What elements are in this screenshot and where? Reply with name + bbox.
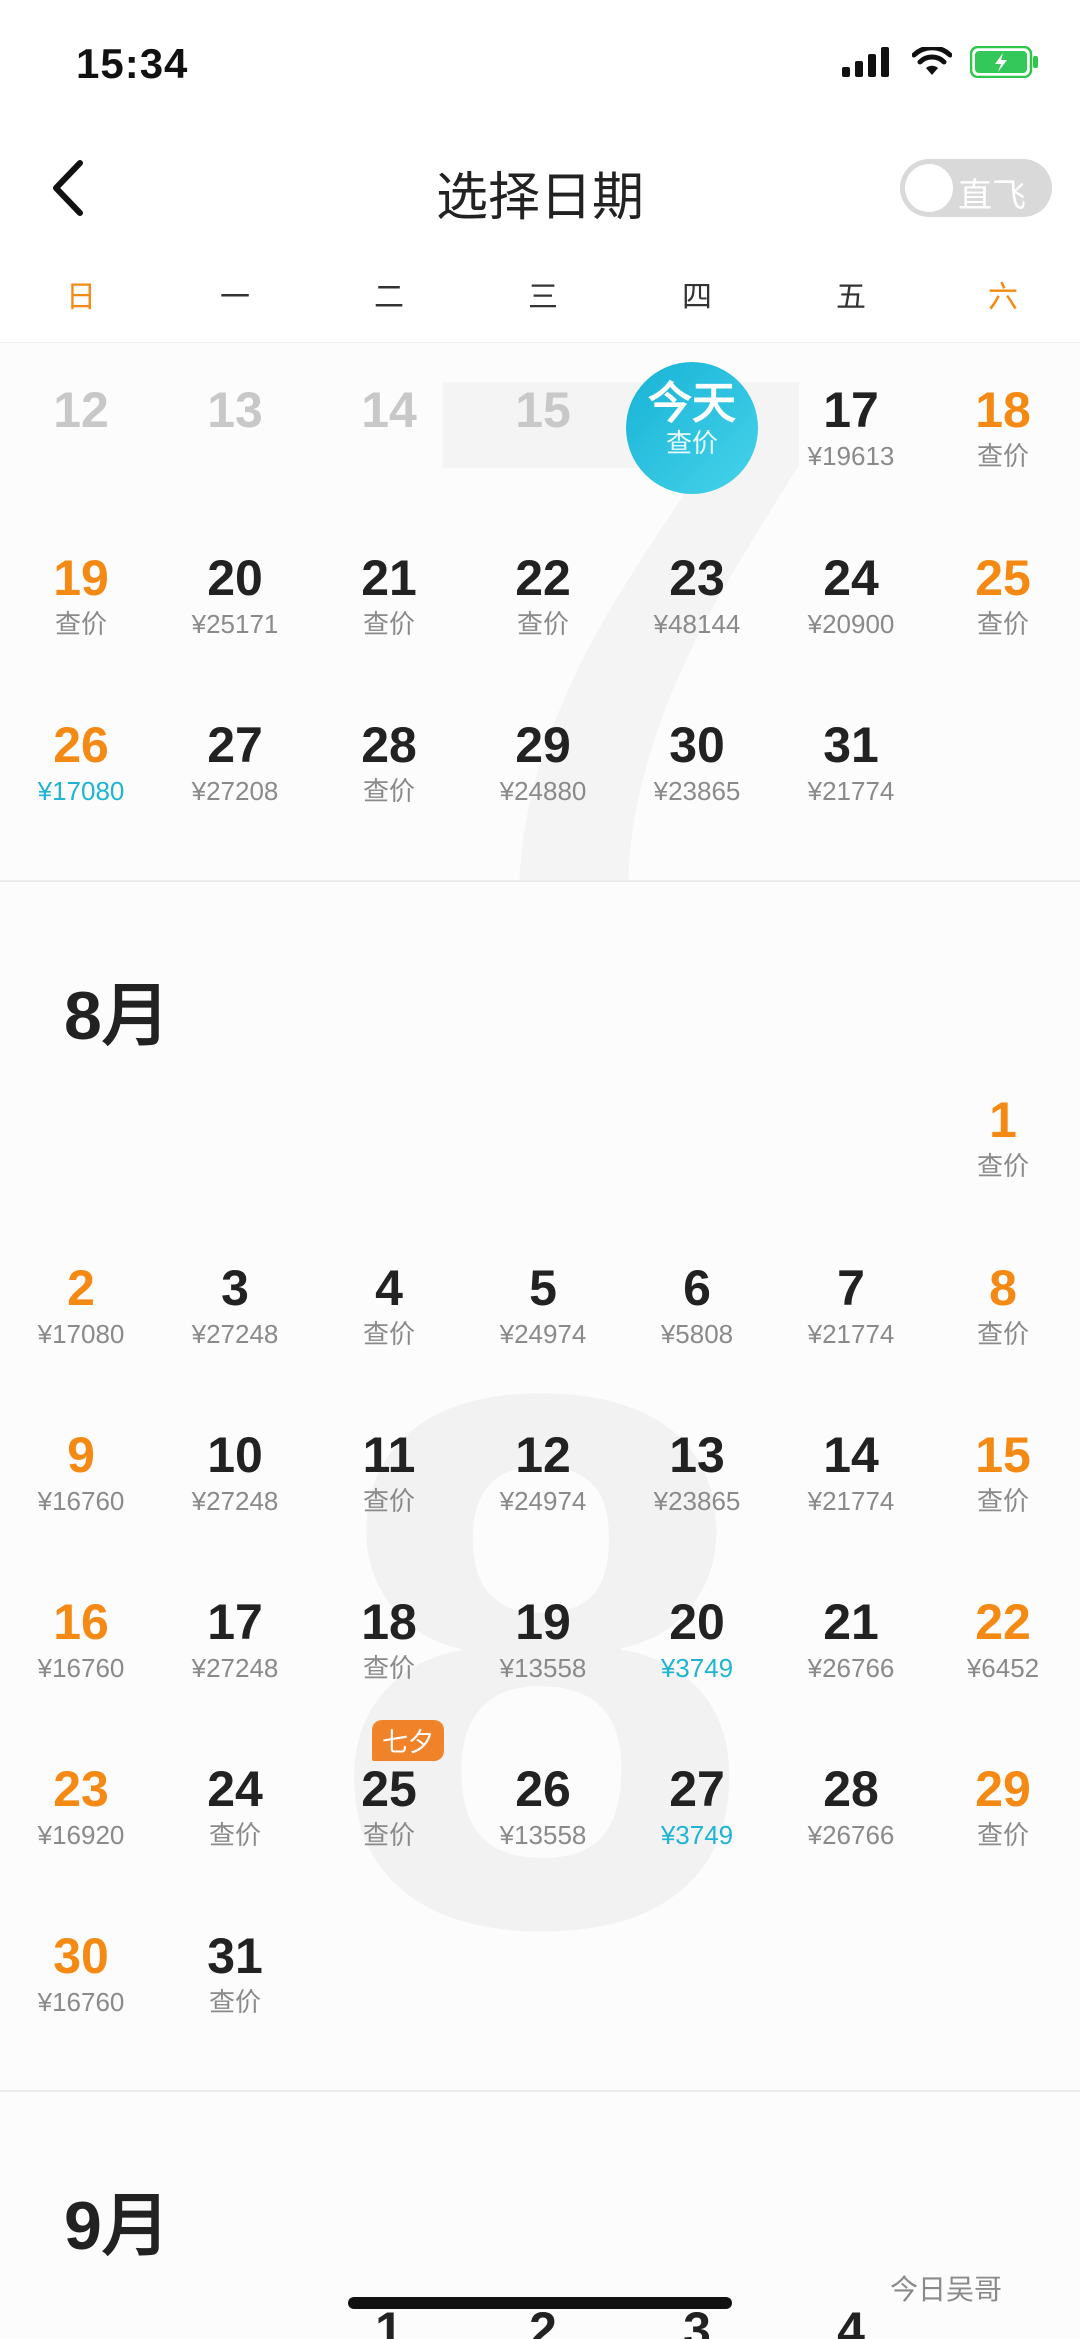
day-cell: 15 — [515, 382, 571, 438]
day-cell[interactable]: 29 查价 — [926, 1761, 1080, 1891]
day-cell[interactable]: 2 ¥17080 — [4, 1260, 158, 1390]
status-bar: 15:34 — [0, 0, 1080, 130]
weekday-mon: 一 — [220, 281, 250, 314]
day-cell[interactable]: 30 ¥16760 — [4, 1928, 158, 2058]
signal-icon — [842, 47, 889, 77]
day-cell[interactable]: 21 ¥26766 — [774, 1594, 928, 1724]
day-cell[interactable]: 4 查价 — [312, 1260, 466, 1390]
status-icons — [842, 46, 1040, 78]
day-cell[interactable]: 10 ¥27248 — [158, 1427, 312, 1557]
day-cell[interactable]: 24 查价 — [158, 1761, 312, 1891]
today-label: 今天 — [648, 379, 736, 428]
month-title-august: 8月 — [64, 978, 170, 1054]
day-cell[interactable]: 23 ¥48144 — [620, 550, 774, 680]
wifi-icon — [912, 47, 952, 75]
day-cell: 14 — [361, 382, 417, 438]
day-cell[interactable]: 22 ¥6452 — [926, 1594, 1080, 1724]
day-cell[interactable]: 25 查价 — [926, 550, 1080, 680]
today-cell[interactable]: 今天 查价 — [626, 362, 758, 494]
weekday-thu: 四 — [682, 281, 712, 314]
day-cell[interactable]: 16 ¥16760 — [4, 1594, 158, 1724]
day-cell[interactable]: 20 ¥3749 — [620, 1594, 774, 1724]
day-cell[interactable]: 9 ¥16760 — [4, 1427, 158, 1557]
weekday-sun: 日 — [66, 281, 96, 314]
holiday-badge: 七夕 — [372, 1720, 445, 1761]
day-cell[interactable]: 26 ¥17080 — [4, 717, 158, 847]
day-cell[interactable]: 12 ¥24974 — [466, 1427, 620, 1557]
toggle-label: 直飞 — [958, 177, 1026, 215]
day-cell[interactable]: 17 ¥19613 — [774, 382, 928, 512]
day-cell[interactable]: 11 查价 — [312, 1427, 466, 1557]
day-cell[interactable]: 24 ¥20900 — [774, 550, 928, 680]
status-time: 15:34 — [76, 40, 189, 87]
day-cell[interactable]: 19 ¥13558 — [466, 1594, 620, 1724]
home-indicator[interactable] — [348, 2297, 732, 2309]
day-cell[interactable]: 31 ¥21774 — [774, 717, 928, 847]
day-cell[interactable]: 1 查价 — [926, 1092, 1080, 1222]
watermark-footer: 今日吴哥 — [890, 2274, 1003, 2305]
month-title-september: 9月 — [64, 2188, 170, 2264]
day-cell[interactable]: 21 查价 — [312, 550, 466, 680]
day-cell[interactable]: 29 ¥24880 — [466, 717, 620, 847]
day-cell[interactable]: 19 查价 — [4, 550, 158, 680]
day-cell[interactable]: 28 查价 — [312, 717, 466, 847]
day-cell[interactable]: 18 查价 — [312, 1594, 466, 1724]
day-cell[interactable]: 25 查价 — [312, 1761, 466, 1891]
today-price: 查价 — [665, 428, 718, 458]
day-cell[interactable]: 31 查价 — [158, 1928, 312, 2058]
day-cell[interactable]: 3 ¥27248 — [158, 1260, 312, 1390]
weekday-fri: 五 — [836, 281, 866, 314]
day-cell[interactable]: 27 ¥27208 — [158, 717, 312, 847]
day-cell[interactable]: 7 ¥21774 — [774, 1260, 928, 1390]
direct-flight-toggle[interactable]: 直飞 — [900, 159, 1052, 217]
weekday-wed: 三 — [528, 281, 558, 314]
battery-icon — [970, 46, 1038, 78]
day-cell[interactable]: 17 ¥27248 — [158, 1594, 312, 1724]
day-cell[interactable]: 30 ¥23865 — [620, 717, 774, 847]
day-cell[interactable]: 15 查价 — [926, 1427, 1080, 1557]
day-cell[interactable]: 6 ¥5808 — [620, 1260, 774, 1390]
day-cell[interactable]: 5 ¥24974 — [466, 1260, 620, 1390]
day-cell[interactable]: 8 查价 — [926, 1260, 1080, 1390]
weekday-tue: 二 — [374, 281, 404, 314]
day-cell[interactable]: 27 ¥3749 — [620, 1761, 774, 1891]
day-cell: 12 — [53, 382, 109, 438]
day-cell[interactable]: 18 查价 — [926, 382, 1080, 512]
weekday-header: 日 一 二 三 四 五 六 — [0, 272, 1080, 343]
nav-bar: 选择日期 直飞 — [0, 135, 1080, 245]
day-cell[interactable]: 28 ¥26766 — [774, 1761, 928, 1891]
day-cell[interactable]: 13 ¥23865 — [620, 1427, 774, 1557]
day-cell: 13 — [207, 382, 263, 438]
day-cell[interactable]: 23 ¥16920 — [4, 1761, 158, 1891]
day-cell[interactable]: 14 ¥21774 — [774, 1427, 928, 1557]
day-cell[interactable]: 22 查价 — [466, 550, 620, 680]
toggle-knob — [905, 164, 953, 212]
day-cell[interactable]: 20 ¥25171 — [158, 550, 312, 680]
weekday-sat: 六 — [988, 281, 1018, 314]
day-cell[interactable]: 26 ¥13558 — [466, 1761, 620, 1891]
